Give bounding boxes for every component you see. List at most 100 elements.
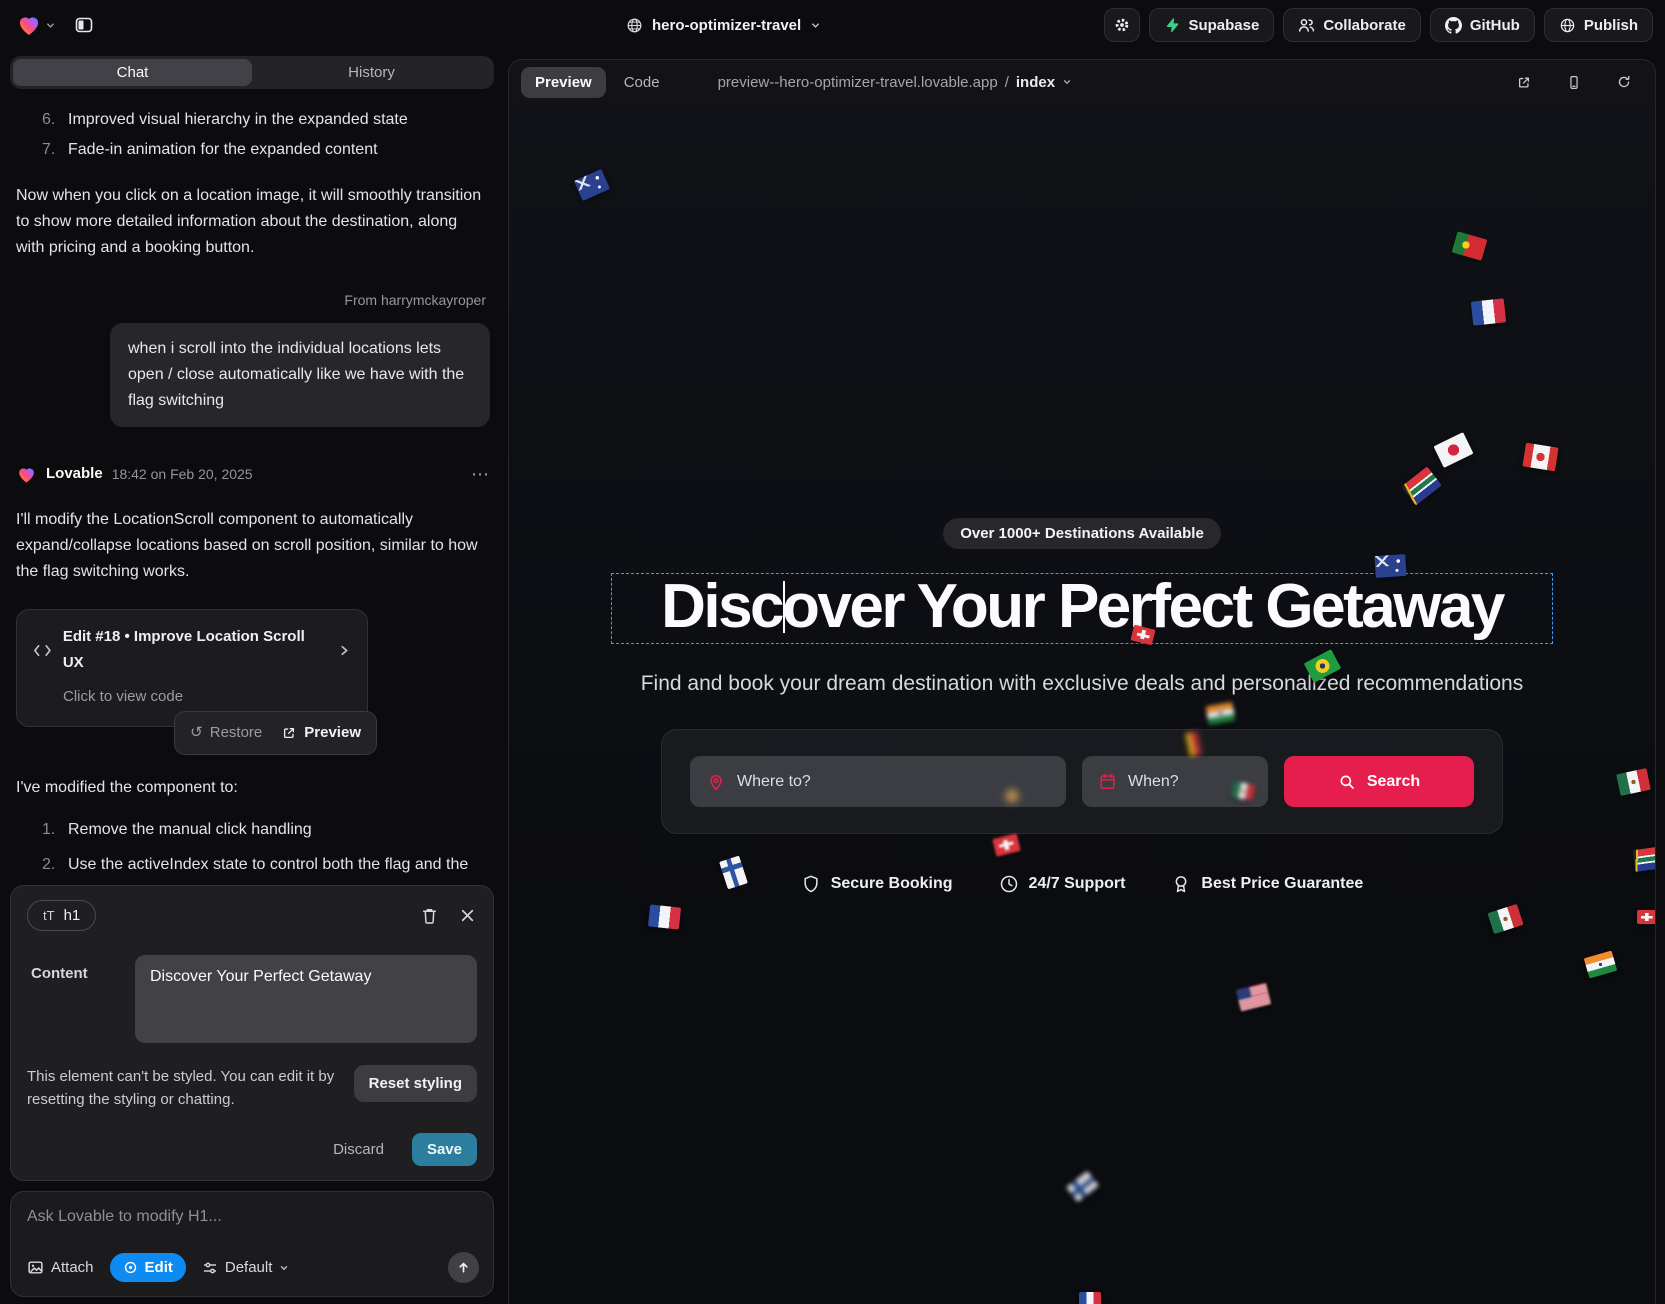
element-tag: h1 xyxy=(64,907,81,924)
tab-preview[interactable]: Preview xyxy=(521,67,606,98)
chevron-down-icon xyxy=(45,20,56,31)
list-item: Remove the manual click handling xyxy=(42,817,490,843)
feature-label: Best Price Guarantee xyxy=(1201,875,1363,893)
supabase-button[interactable]: Supabase xyxy=(1149,8,1274,42)
list-item: Use the activeIndex state to control bot… xyxy=(42,852,490,875)
external-link-icon xyxy=(1517,74,1531,91)
content-input[interactable]: Discover Your Perfect Getaway xyxy=(135,955,477,1043)
external-link-icon xyxy=(282,726,296,740)
edit-card-title: Edit #18 • Improve Location Scroll UX xyxy=(63,624,327,676)
mobile-view-button[interactable] xyxy=(1561,69,1587,95)
open-external-button[interactable] xyxy=(1511,69,1537,95)
hero-subtitle: Find and book your dream destination wit… xyxy=(641,672,1524,696)
flag-us-icon xyxy=(1236,983,1271,1012)
element-editor-panel: tT h1 Content Discover Your Perfect xyxy=(10,885,494,1181)
chat-messages[interactable]: 6. Improved visual hierarchy in the expa… xyxy=(10,103,494,875)
preview-button[interactable]: Preview xyxy=(282,720,361,746)
edit-card[interactable]: Edit #18 • Improve Location Scroll UX Cl… xyxy=(16,609,368,727)
editor-header: tT h1 xyxy=(27,900,477,931)
flag-fr-icon xyxy=(648,904,681,929)
gear-icon xyxy=(1113,16,1131,34)
composer-input[interactable]: Ask Lovable to modify H1... xyxy=(27,1208,479,1226)
save-button[interactable]: Save xyxy=(412,1133,477,1166)
attach-label: Attach xyxy=(51,1259,94,1276)
flag-au-icon xyxy=(573,168,609,200)
mobile-icon xyxy=(1567,74,1581,91)
project-switcher[interactable]: hero-optimizer-travel xyxy=(626,17,821,34)
message-menu-button[interactable]: ⋯ xyxy=(471,461,490,487)
search-bar: Where to? When? xyxy=(661,729,1503,834)
text-caret xyxy=(783,581,785,633)
settings-button[interactable] xyxy=(1104,8,1140,42)
search-label: Search xyxy=(1367,773,1420,791)
url-host: preview--hero-optimizer-travel.lovable.a… xyxy=(718,74,998,91)
chat-composer: Ask Lovable to modify H1... Attach Ed xyxy=(10,1191,494,1297)
list-item: 7. Fade-in animation for the expanded co… xyxy=(16,137,490,163)
main-split: Chat History 6. Improved visual hierarch… xyxy=(0,50,1665,1303)
delete-element-button[interactable] xyxy=(419,905,440,927)
close-icon xyxy=(460,908,475,923)
publish-button[interactable]: Publish xyxy=(1544,8,1653,42)
attach-button[interactable]: Attach xyxy=(27,1259,94,1276)
feature-best-price: Best Price Guarantee xyxy=(1171,874,1363,894)
flag-jp-icon xyxy=(1434,432,1474,468)
discard-button[interactable]: Discard xyxy=(327,1140,390,1159)
collaborate-button[interactable]: Collaborate xyxy=(1283,8,1421,42)
github-button[interactable]: GitHub xyxy=(1430,8,1535,42)
destinations-badge: Over 1000+ Destinations Available xyxy=(943,518,1221,549)
globe-icon xyxy=(626,17,643,34)
user-message: when i scroll into the individual locati… xyxy=(110,323,490,427)
send-button[interactable] xyxy=(448,1252,479,1283)
restore-button[interactable]: ↺ Restore xyxy=(190,720,262,746)
styling-note: This element can't be styled. You can ed… xyxy=(27,1065,340,1111)
search-button[interactable]: Search xyxy=(1284,756,1474,807)
features-row: Secure Booking 24/7 Support xyxy=(801,874,1364,894)
sidebar-toggle-button[interactable] xyxy=(66,8,102,42)
edit-card-header: Edit #18 • Improve Location Scroll UX xyxy=(33,624,351,676)
element-tag-pill: tT h1 xyxy=(27,900,96,931)
edit-mode-button[interactable]: Edit xyxy=(110,1253,186,1282)
edit-card-subtitle: Click to view code xyxy=(63,684,351,710)
tab-code[interactable]: Code xyxy=(610,67,674,98)
reset-styling-button[interactable]: Reset styling xyxy=(354,1065,477,1102)
calendar-icon xyxy=(1098,772,1117,791)
assistant-message: I'll modify the LocationScroll component… xyxy=(16,507,490,585)
project-name: hero-optimizer-travel xyxy=(652,17,801,34)
flag-ch-icon xyxy=(1637,910,1655,924)
list-text: Fade-in animation for the expanded conte… xyxy=(68,137,378,163)
list-text: Improved visual hierarchy in the expande… xyxy=(68,107,408,133)
lovable-logo[interactable] xyxy=(12,10,60,40)
topbar: hero-optimizer-travel Supabase Co xyxy=(0,0,1665,50)
url-bar[interactable]: preview--hero-optimizer-travel.lovable.a… xyxy=(718,74,1072,91)
chevron-down-icon xyxy=(1062,77,1072,87)
hero-section: Over 1000+ Destinations Available Discov… xyxy=(509,518,1655,894)
code-icon xyxy=(33,643,52,658)
feature-support: 24/7 Support xyxy=(999,874,1126,894)
search-icon xyxy=(1338,773,1356,791)
mode-selector[interactable]: Default xyxy=(202,1259,290,1276)
preview-panel: Preview Code preview--hero-optimizer-tra… xyxy=(502,50,1665,1303)
flag-nz-icon xyxy=(1375,554,1407,578)
feature-label: 24/7 Support xyxy=(1029,875,1126,893)
numbered-list-tail: 6. Improved visual hierarchy in the expa… xyxy=(16,107,490,163)
content-label: Content xyxy=(27,955,135,982)
preview-viewport[interactable]: Over 1000+ Destinations Available Discov… xyxy=(509,104,1655,1304)
tab-history[interactable]: History xyxy=(252,59,491,86)
flag-ca-icon xyxy=(1523,442,1559,471)
topbar-left xyxy=(12,8,506,42)
flag-dot-icon xyxy=(1004,788,1020,804)
assistant-outro: I've modified the component to: xyxy=(16,775,490,801)
h1-selection-box[interactable]: Discover Your Perfect Getaway xyxy=(611,573,1553,644)
flag-za-icon xyxy=(1633,846,1655,872)
refresh-icon xyxy=(1617,74,1631,90)
close-editor-button[interactable] xyxy=(458,906,477,925)
modifications-list: Remove the manual click handling Use the … xyxy=(16,817,490,875)
location-pin-icon xyxy=(706,772,726,792)
type-icon: tT xyxy=(43,908,55,923)
tab-chat[interactable]: Chat xyxy=(13,59,252,86)
collaborate-label: Collaborate xyxy=(1323,17,1406,34)
arrow-up-icon xyxy=(456,1260,471,1275)
flag-pt-icon xyxy=(1452,231,1488,261)
refresh-button[interactable] xyxy=(1611,69,1637,95)
feature-label: Secure Booking xyxy=(831,875,953,893)
